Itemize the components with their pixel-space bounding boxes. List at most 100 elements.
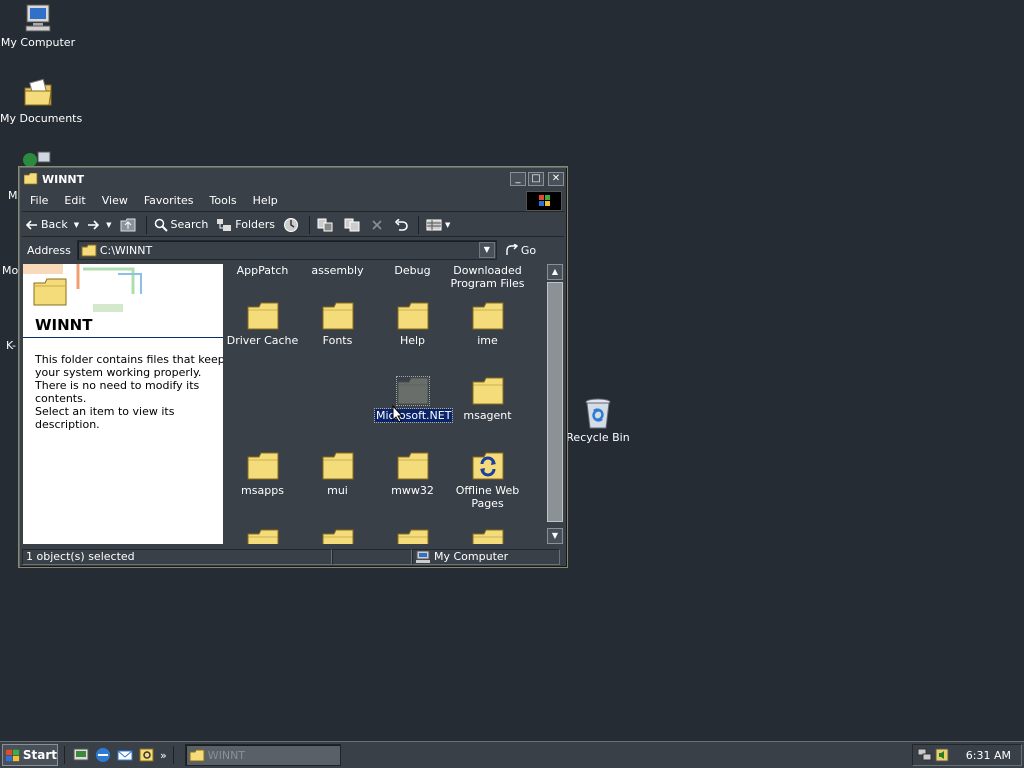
taskbar-button-winnt[interactable]: WINNT [184,744,341,766]
offline-web-pages-icon [472,452,504,480]
go-label: Go [520,243,537,257]
window-titlebar[interactable]: WINNT _ □ ✕ [22,170,564,188]
desktop-icon-recycle-bin[interactable]: Recycle Bin [560,397,636,444]
folder-item[interactable]: assembly [300,264,375,277]
folder-icon [472,377,504,405]
chevron-down-icon[interactable]: ▼ [106,221,111,229]
show-desktop-icon[interactable] [72,746,90,764]
delete-icon [372,219,382,230]
move-to-button[interactable] [313,214,340,236]
folder-item[interactable]: Fonts [300,302,375,347]
clock: 6:31 AM [965,748,1011,762]
folder-item[interactable] [375,529,450,544]
menu-tools[interactable]: Tools [202,194,245,207]
status-size [332,549,412,565]
folder-item[interactable]: Debug [375,264,450,277]
copy-to-button[interactable] [340,214,367,236]
minimize-button[interactable]: _ [510,172,526,186]
folder-item[interactable]: Downloaded Program Files [450,264,525,290]
history-button[interactable] [279,214,306,236]
chevron-down-icon[interactable]: ▼ [445,221,450,229]
menu-file[interactable]: File [22,194,56,207]
explorer-window[interactable]: WINNT _ □ ✕ File Edit View Favorites Too… [18,166,568,568]
folder-icon [395,376,430,406]
windows-logo-icon [526,191,562,211]
up-folder-icon [120,218,135,231]
folder-item[interactable] [225,529,300,544]
folder-icon [247,302,279,330]
folder-item[interactable]: Driver Cache [225,302,300,347]
folder-item[interactable] [300,529,375,544]
start-label: Start [22,748,57,762]
scroll-up-button[interactable]: ▲ [547,264,563,280]
address-dropdown-button[interactable]: ▼ [478,242,495,258]
scroll-down-button[interactable]: ▼ [547,528,563,544]
folders-button[interactable]: Folders [212,214,279,236]
status-selection: 1 object(s) selected [22,549,332,565]
desktop-icon-label-partial: Mo [2,264,19,277]
start-button[interactable]: Start [2,744,58,766]
desktop-icon-label: My Computer [0,36,76,49]
toolbar-separator [309,215,311,234]
search-button[interactable]: Search [150,214,213,236]
desktop-icon-my-computer[interactable]: My Computer [0,2,76,49]
folder-item[interactable]: mww32 [375,452,450,497]
folder-icon [397,529,429,544]
scroll-thumb[interactable] [547,282,563,522]
forward-button[interactable]: ▼ [83,214,115,236]
folder-item[interactable]: mui [300,452,375,497]
folder-icon [247,529,279,544]
address-input[interactable]: C:\WINNT ▼ [76,240,497,260]
menu-view[interactable]: View [94,194,136,207]
menu-edit[interactable]: Edit [56,194,93,207]
folder-icon [322,452,354,480]
vertical-scrollbar[interactable]: ▲ ▼ [547,264,563,544]
search-icon [154,218,168,232]
delete-button[interactable] [367,214,390,236]
chevron-down-icon[interactable]: ▼ [74,221,79,229]
quick-launch-overflow-icon[interactable]: » [160,749,167,762]
folder-large-icon [33,278,67,306]
outlook-express-icon[interactable] [116,746,134,764]
info-pane-description: This folder contains files that keep you… [35,353,223,405]
documents-folder-icon [22,78,54,110]
search-icon[interactable] [138,746,156,764]
folder-item[interactable]: msapps [225,452,300,497]
undo-button[interactable] [390,214,415,236]
go-button[interactable]: Go [505,244,536,257]
internet-explorer-icon[interactable] [94,746,112,764]
system-tray: 6:31 AM [912,744,1022,766]
close-button[interactable]: ✕ [548,172,564,186]
file-list-view[interactable]: AppPatch assembly Debug Downloaded Progr… [225,264,547,544]
folder-item[interactable]: Help [375,302,450,347]
back-button[interactable]: Back ▼ [22,214,83,236]
views-button[interactable]: ▼ [422,214,454,236]
network-icon[interactable] [917,748,933,762]
folder-icon [472,529,504,544]
folder-item-selected[interactable]: Microsoft.NET [373,376,454,423]
desktop-icon-my-documents[interactable]: My Documents [0,78,82,125]
menu-favorites[interactable]: Favorites [136,194,202,207]
volume-icon[interactable] [935,748,949,762]
menu-help[interactable]: Help [245,194,286,207]
folders-label: Folders [235,218,276,231]
maximize-button[interactable]: □ [528,172,544,186]
folder-icon [322,529,354,544]
divider [23,337,223,338]
folder-item[interactable] [450,529,525,544]
address-label: Address [27,243,71,257]
folder-item[interactable]: AppPatch [225,264,300,277]
folder-info-pane: WINNT This folder contains files that ke… [23,264,223,544]
up-folder-button[interactable] [116,214,143,236]
undo-icon [394,218,408,231]
folder-item[interactable]: msagent [450,377,525,422]
desktop-icon-label-partial: K- [6,339,17,352]
toolbar-separator [418,215,420,234]
folder-item[interactable]: ime [450,302,525,347]
folder-icon [397,452,429,480]
search-label: Search [170,218,209,231]
history-icon [284,217,299,232]
folder-item[interactable]: Offline Web Pages [450,452,525,510]
taskbar-separator [64,746,65,764]
standard-toolbar: Back ▼ ▼ Search Folders ▼ [22,213,564,237]
